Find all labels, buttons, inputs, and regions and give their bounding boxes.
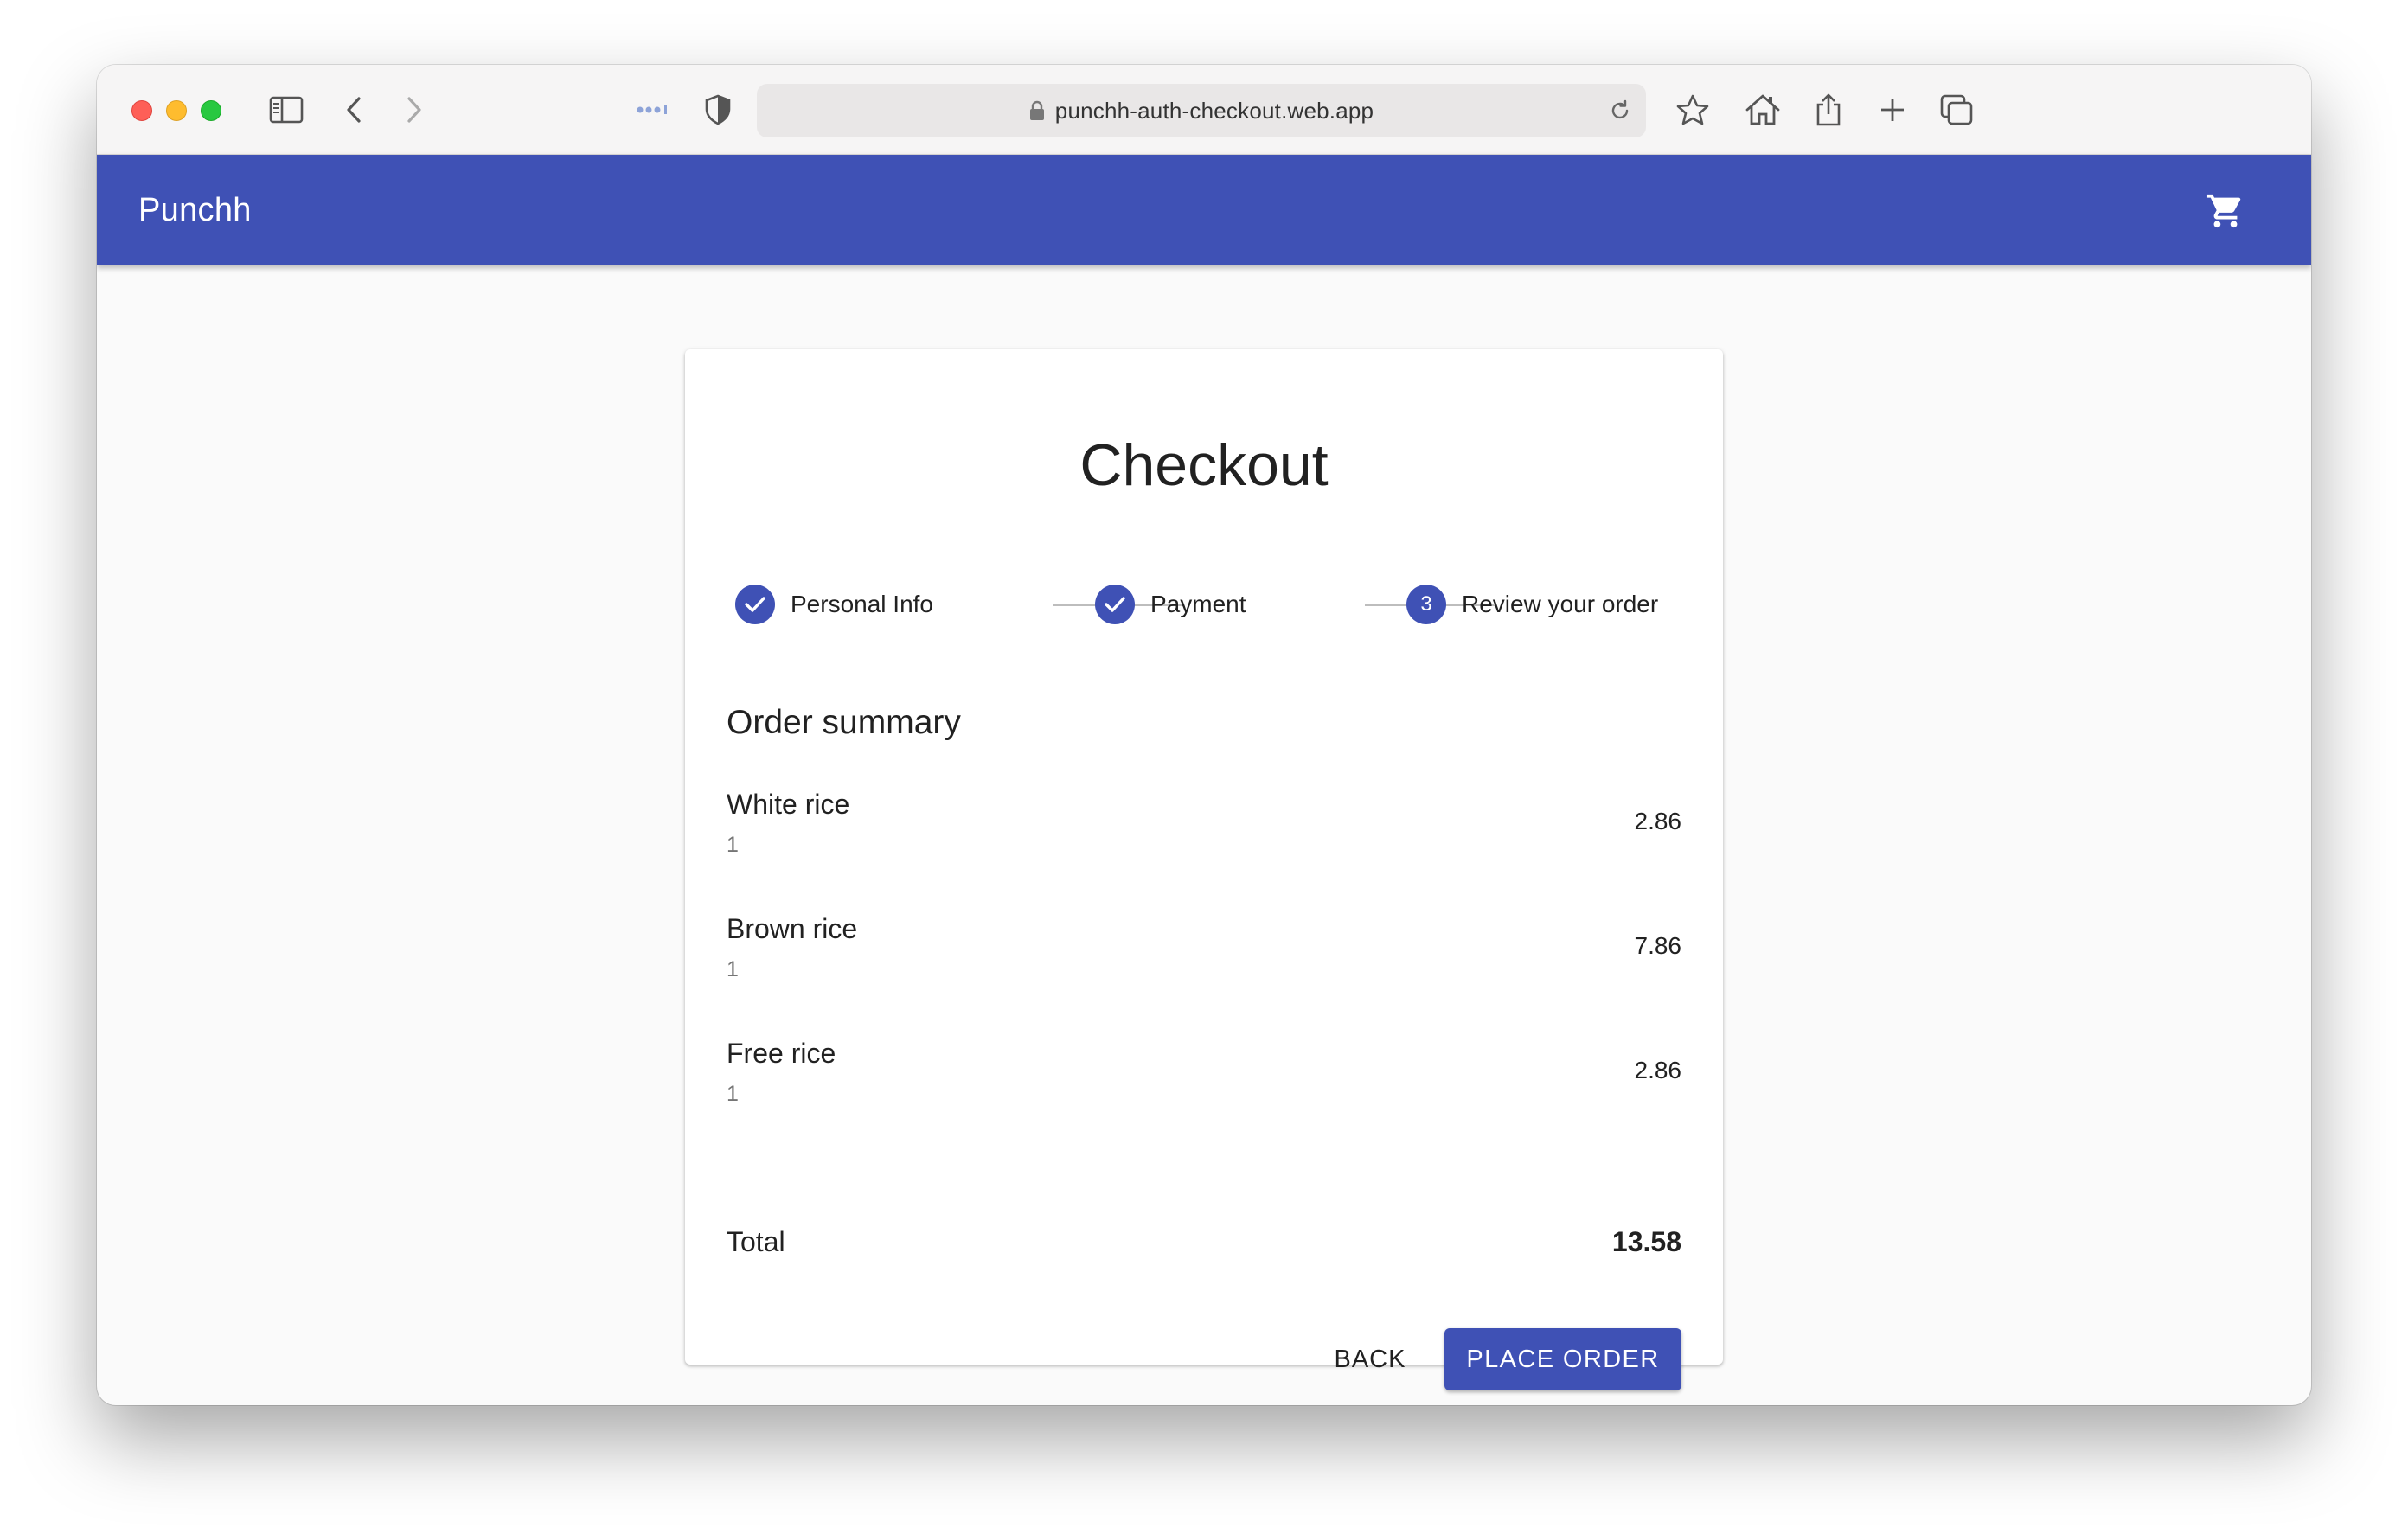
item-name: Brown rice <box>727 913 858 944</box>
place-order-button[interactable]: PLACE ORDER <box>1444 1328 1681 1390</box>
share-icon[interactable] <box>1813 91 1844 129</box>
step-number: 3 <box>1406 585 1446 624</box>
close-window-button[interactable] <box>131 100 152 121</box>
total-value: 13.58 <box>1611 1226 1681 1257</box>
list-item: Free rice 1 2.86 <box>727 1038 1681 1107</box>
zoom-window-button[interactable] <box>201 100 221 121</box>
page-title: Checkout <box>1079 432 1329 498</box>
minimize-window-button[interactable] <box>166 100 187 121</box>
item-name: Free rice <box>727 1038 836 1069</box>
list-item: White rice 1 2.86 <box>727 789 1681 858</box>
browser-window: punchh-auth-checkout.web.app Punchh Chec… <box>97 65 2311 1405</box>
order-summary-title: Order summary <box>727 704 961 741</box>
home-icon[interactable] <box>1744 91 1782 129</box>
check-icon <box>735 585 775 624</box>
back-button[interactable]: BACK <box>1322 1328 1419 1390</box>
shield-icon[interactable] <box>702 91 733 129</box>
item-quantity: 1 <box>727 957 739 981</box>
step-label: Review your order <box>1462 591 1659 617</box>
step-payment: Payment <box>1095 585 1246 624</box>
total-label: Total <box>727 1226 785 1257</box>
check-icon <box>1095 585 1135 624</box>
dots-icon[interactable] <box>637 91 671 129</box>
address-bar[interactable]: punchh-auth-checkout.web.app <box>757 84 1646 137</box>
step-personal-info: Personal Info <box>735 585 933 624</box>
browser-toolbar: punchh-auth-checkout.web.app <box>97 65 2311 155</box>
star-icon[interactable] <box>1675 91 1710 129</box>
item-quantity: 1 <box>727 833 739 857</box>
chevron-left-icon[interactable] <box>341 91 367 129</box>
reload-icon[interactable] <box>1608 99 1632 127</box>
lock-icon <box>1029 100 1045 121</box>
app-bar: Punchh <box>97 155 2311 265</box>
item-price: 2.86 <box>1634 808 1682 834</box>
sidebar-icon[interactable] <box>266 91 306 129</box>
plus-icon[interactable] <box>1877 91 1908 129</box>
checkout-card: Checkout Personal Info Payment 3 Review … <box>685 349 1723 1390</box>
item-price: 7.86 <box>1634 932 1682 959</box>
step-review-order: 3 Review your order <box>1406 585 1658 624</box>
item-name: White rice <box>727 789 850 820</box>
step-label: Payment <box>1150 591 1246 617</box>
list-item: Brown rice 1 7.86 <box>727 913 1681 982</box>
chevron-right-icon[interactable] <box>401 91 427 129</box>
url-text: punchh-auth-checkout.web.app <box>1054 97 1374 124</box>
item-quantity: 1 <box>727 1082 739 1106</box>
cart-icon[interactable] <box>2206 191 2245 233</box>
step-label: Personal Info <box>791 591 933 617</box>
item-price: 2.86 <box>1634 1057 1682 1083</box>
brand-title[interactable]: Punchh <box>138 155 252 265</box>
tabs-overview-icon[interactable] <box>1937 91 1976 129</box>
